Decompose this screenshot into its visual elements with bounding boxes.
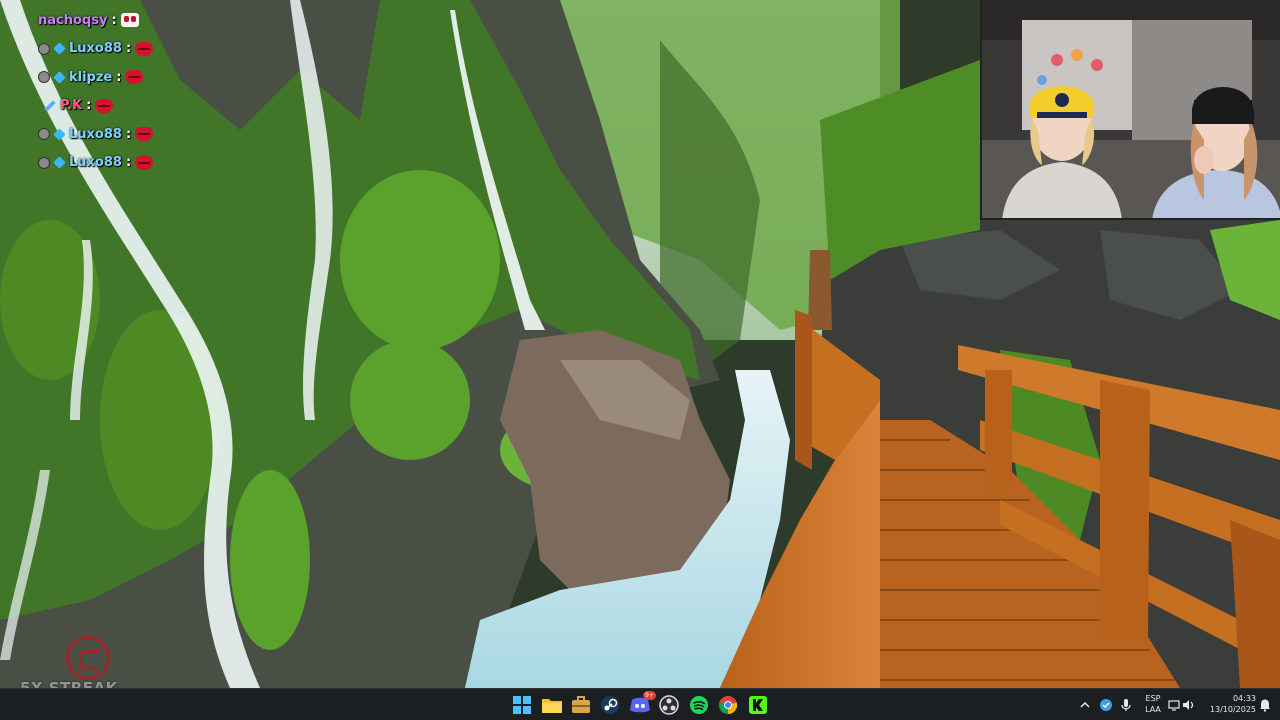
chat-badge-icon [38,128,50,141]
file-explorer-button[interactable] [540,693,564,717]
chat-username: Luxo88 [69,155,122,171]
clock-date: 13/10/2025 [1209,705,1256,714]
bell-icon [1260,699,1270,712]
chat-username: Luxo88 [69,41,122,57]
kiss-emote-icon [135,41,154,56]
discord-notification-badge: 9+ [643,691,656,700]
language-indicator[interactable]: ESP LAA [1140,693,1166,715]
kick-icon [749,696,767,714]
webcam-overlay [980,0,1280,220]
taskbar: 9+ ESP LAA 04:33 13/10/2025 [0,688,1280,720]
chat-separator: : [86,98,92,114]
gem-badge-icon [53,42,66,55]
language-code: ESP [1145,694,1161,703]
security-shield-icon [1100,699,1112,711]
microphone-button[interactable] [1114,693,1138,717]
chrome-icon [718,696,738,715]
kiss-emote-icon [135,155,154,170]
chat-separator: : [125,41,132,57]
notifications-button[interactable] [1253,693,1277,717]
chat-badge-icon [38,156,50,169]
chat-username: nachoqsy [38,12,108,28]
network-icon [1168,700,1180,711]
kick-button[interactable] [746,693,770,717]
volume-icon [1183,700,1194,710]
chevron-up-icon [1080,701,1090,708]
kiss-emote-icon [125,70,144,85]
gem-badge-icon [53,128,66,141]
chat-separator: : [111,12,117,28]
streak-widget: 5X STREAK [20,630,130,697]
start-button[interactable] [510,693,534,717]
chat-message: Luxo88 : [38,120,238,149]
kiss-emote-icon [95,98,114,113]
chat-message: nachoqsy : [38,6,238,35]
chat-message: klipze : [38,63,238,92]
windows-logo-icon [513,696,531,714]
chat-username: klipze [69,69,113,85]
chat-badge-icon [38,71,50,84]
streak-logo-icon [66,636,110,680]
obs-button[interactable] [657,693,681,717]
gem-badge-icon [53,71,66,84]
chat-separator: : [116,69,122,85]
gem-badge-icon [53,156,66,169]
emote-icon [120,13,139,28]
chat-message: Luxo88 : [38,35,238,64]
system-clock[interactable]: 04:33 13/10/2025 [1200,693,1256,715]
obs-icon [659,695,679,715]
steam-icon [601,696,619,714]
webcam-feed-image [982,0,1280,218]
keyboard-layout: LAA [1145,705,1161,714]
pencil-badge-icon [44,100,56,112]
chat-separator: : [125,126,132,142]
microphone-icon [1121,699,1131,711]
clock-time: 04:33 [1232,694,1256,703]
folder-icon [542,699,562,713]
spotify-button[interactable] [687,693,711,717]
app-button[interactable] [569,693,593,717]
chrome-button[interactable] [716,693,740,717]
spotify-icon [690,696,708,714]
briefcase-icon [572,696,590,713]
chat-badge-icon [38,42,50,55]
kiss-emote-icon [135,127,154,142]
chat-message: Luxo88 : [38,149,238,178]
chat-username: P.K [60,98,83,114]
chat-message: P.K : [38,92,238,121]
chat-separator: : [125,155,132,171]
steam-button[interactable] [598,693,622,717]
chat-username: Luxo88 [69,126,122,142]
discord-button[interactable]: 9+ [628,691,656,717]
stream-chat-overlay: nachoqsy : Luxo88 : klipze : P.K : Luxo8… [38,6,238,177]
